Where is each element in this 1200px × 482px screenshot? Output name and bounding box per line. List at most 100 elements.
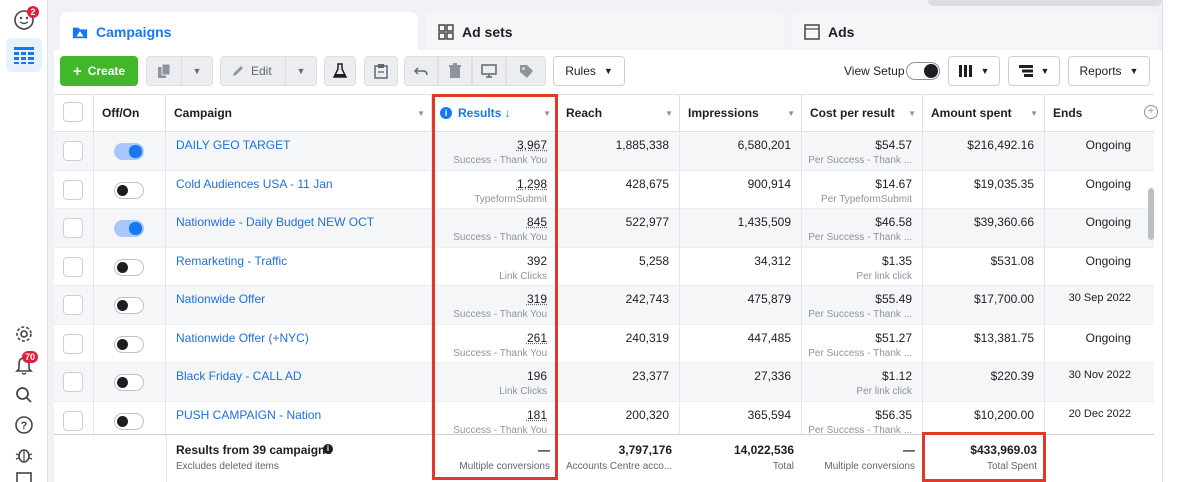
- results-value[interactable]: 319: [527, 292, 547, 306]
- table-footer: Results from 39 campaigns i Excludes del…: [54, 434, 1154, 482]
- results-value[interactable]: 261: [527, 331, 547, 345]
- table-row[interactable]: Black Friday - CALL AD 196 Link Clicks 23,3…: [54, 363, 1154, 402]
- ends-value: Ongoing: [1085, 330, 1131, 345]
- impressions-cell: 1,435,509: [680, 209, 802, 247]
- toggle-cell: [94, 170, 166, 209]
- left-rail: 2 70 ?: [0, 0, 48, 482]
- table-icon[interactable]: [12, 43, 36, 67]
- campaign-name-link[interactable]: Nationwide Offer (+NYC): [176, 331, 309, 345]
- campaign-name-link[interactable]: Black Friday - CALL AD: [176, 369, 302, 383]
- table-header: Off/On Campaign ▼ i Results ↓ ▼ Reach ▼ Im…: [54, 94, 1158, 132]
- select-all-checkbox[interactable]: [63, 102, 83, 122]
- row-checkbox[interactable]: [63, 256, 83, 277]
- campaign-name-link[interactable]: PUSH CAMPAIGN - Nation: [176, 408, 321, 422]
- row-checkbox[interactable]: [63, 333, 83, 354]
- results-value[interactable]: 845: [527, 215, 547, 229]
- col-results[interactable]: i Results ↓ ▼: [432, 95, 558, 131]
- campaign-name-link[interactable]: Cold Audiences USA - 11 Jan: [176, 177, 333, 191]
- campaign-toggle[interactable]: [114, 143, 144, 160]
- delete-button[interactable]: [438, 56, 472, 86]
- sort-down-arrow-icon: ↓: [504, 106, 511, 120]
- reach-cell: 1,885,338: [558, 132, 680, 170]
- edit-button[interactable]: Edit: [220, 56, 286, 86]
- table-row[interactable]: Cold Audiences USA - 11 Jan 1,298 Typeform…: [54, 170, 1154, 209]
- columns-button[interactable]: ▼: [948, 56, 1000, 86]
- breakdown-button[interactable]: ▼: [1008, 56, 1060, 86]
- duplicate-button[interactable]: [146, 56, 182, 86]
- rules-button[interactable]: Rules ▼: [553, 56, 625, 86]
- doc-icon[interactable]: [12, 472, 36, 482]
- ends-cell: Ongoing: [1045, 132, 1139, 170]
- clipboard-button[interactable]: [364, 56, 398, 86]
- campaign-name-link[interactable]: Nationwide Offer: [176, 292, 265, 306]
- campaign-toggle[interactable]: [114, 220, 144, 237]
- row-checkbox[interactable]: [63, 179, 83, 200]
- impressions-value: 447,485: [747, 330, 791, 345]
- tab-ads[interactable]: Ads: [792, 12, 1158, 52]
- campaign-name-link[interactable]: DAILY GEO TARGET: [176, 138, 290, 152]
- row-checkbox[interactable]: [63, 218, 83, 238]
- campaign-toggle[interactable]: [114, 258, 144, 276]
- table-row[interactable]: Nationwide Offer 319 Success - Thank You 24…: [54, 286, 1154, 325]
- tab-campaigns[interactable]: Campaigns: [60, 12, 418, 52]
- table-scrollbar[interactable]: [1148, 188, 1154, 240]
- table-row[interactable]: Nationwide - Daily Budget NEW OCT 845 Succ…: [54, 209, 1154, 248]
- reports-button[interactable]: Reports ▼: [1068, 56, 1150, 86]
- table-row[interactable]: Nationwide Offer (+NYC) 261 Success - Than…: [54, 324, 1154, 363]
- ends-cell: Ongoing: [1045, 248, 1139, 286]
- ends-cell: 30 Nov 2022: [1045, 363, 1139, 401]
- campaign-name-link[interactable]: Nationwide - Daily Budget NEW OCT: [176, 215, 374, 229]
- toggle-knob: [117, 300, 128, 311]
- gear-icon[interactable]: [12, 322, 36, 346]
- row-checkbox[interactable]: [63, 410, 83, 431]
- row-checkbox[interactable]: [63, 295, 83, 315]
- row-checkbox[interactable]: [63, 141, 83, 161]
- preview-button[interactable]: [472, 56, 506, 86]
- col-impressions[interactable]: Impressions ▼: [680, 95, 802, 131]
- cpr-value: $14.67: [875, 176, 912, 191]
- edit-label: Edit: [251, 64, 272, 78]
- col-ends[interactable]: Ends: [1045, 95, 1139, 131]
- results-value[interactable]: 181: [527, 408, 547, 422]
- search-icon[interactable]: [12, 383, 36, 407]
- results-value[interactable]: 392: [527, 254, 547, 268]
- bug-icon[interactable]: [12, 443, 36, 467]
- col-campaign[interactable]: Campaign ▼: [166, 95, 432, 131]
- reach-value: 428,675: [625, 176, 669, 191]
- campaign-name-link[interactable]: Remarketing - Traffic: [176, 254, 287, 268]
- col-off-on[interactable]: Off/On: [94, 95, 166, 131]
- impressions-value: 365,594: [747, 407, 791, 422]
- impressions-value: 900,914: [747, 176, 791, 191]
- table-row[interactable]: Remarketing - Traffic 392 Link Clicks 5,258…: [54, 247, 1154, 286]
- table-row[interactable]: DAILY GEO TARGET 3,967 Success - Thank You…: [54, 132, 1154, 171]
- tab-ad-sets[interactable]: Ad sets: [426, 12, 784, 52]
- row-checkbox[interactable]: [63, 372, 83, 392]
- campaign-toggle[interactable]: [114, 335, 144, 353]
- help-icon[interactable]: ?: [12, 413, 36, 437]
- add-column-icon[interactable]: +: [1144, 105, 1158, 119]
- toggle-knob: [129, 222, 142, 235]
- select-cell: [54, 324, 94, 363]
- results-value[interactable]: 196: [527, 369, 547, 383]
- tag-button[interactable]: [506, 56, 546, 86]
- svg-text:?: ?: [21, 420, 28, 432]
- edit-dropdown[interactable]: ▼: [285, 56, 317, 86]
- footer-subtitle: Excludes deleted items: [176, 461, 279, 472]
- campaign-toggle[interactable]: [114, 412, 144, 430]
- col-cost-per-result[interactable]: Cost per result ▼: [802, 95, 923, 131]
- col-reach[interactable]: Reach ▼: [558, 95, 680, 131]
- campaign-toggle[interactable]: [114, 181, 144, 199]
- results-value[interactable]: 3,967: [517, 138, 547, 152]
- campaign-toggle[interactable]: [114, 374, 144, 391]
- results-value[interactable]: 1,298: [517, 177, 547, 191]
- impressions-cell: 6,580,201: [680, 132, 802, 170]
- campaign-toggle[interactable]: [114, 297, 144, 314]
- undo-button[interactable]: [404, 56, 438, 86]
- create-button[interactable]: + Create: [60, 56, 138, 86]
- info-icon[interactable]: i: [323, 444, 333, 454]
- toggle-cell: [94, 247, 166, 286]
- view-setup-toggle[interactable]: [906, 62, 940, 80]
- col-amount-spent[interactable]: Amount spent ▼: [923, 95, 1045, 131]
- duplicate-dropdown[interactable]: ▼: [181, 56, 213, 86]
- ab-test-button[interactable]: [324, 56, 356, 86]
